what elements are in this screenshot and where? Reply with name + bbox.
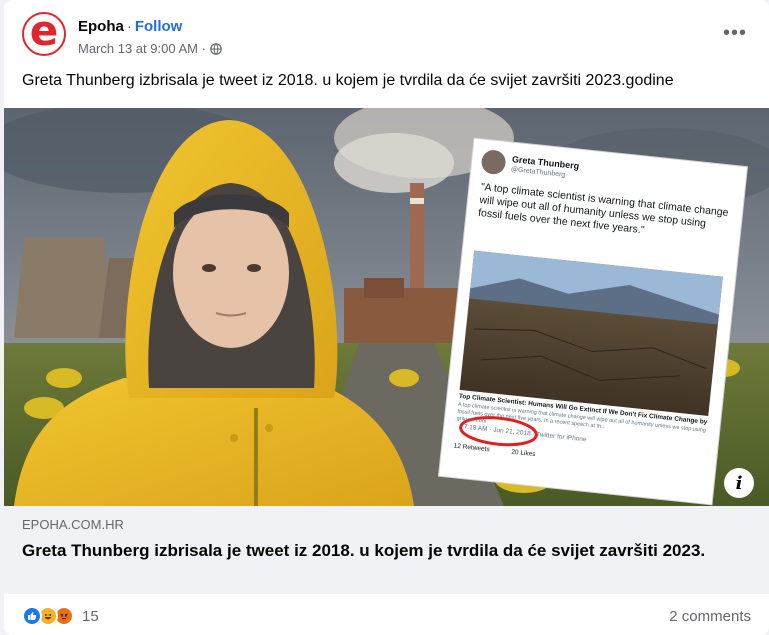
- link-preview[interactable]: EPOHA.COM.HR Greta Thunberg izbrisala je…: [4, 506, 769, 594]
- tweet-text: "A top climate scientist is warning that…: [477, 181, 730, 237]
- post-text: Greta Thunberg izbrisala je tweet iz 201…: [22, 72, 674, 89]
- tweet-retweets: 12 Retweets: [453, 442, 490, 454]
- post-meta: March 13 at 9:00 AM ·: [78, 41, 222, 56]
- post-author-line: Epoha · Follow: [78, 18, 182, 35]
- info-icon[interactable]: i: [724, 468, 754, 498]
- more-options-icon[interactable]: •••: [723, 23, 747, 43]
- separator: ·: [126, 18, 132, 35]
- page-name[interactable]: Epoha: [78, 18, 124, 35]
- link-title[interactable]: Greta Thunberg izbrisala je tweet iz 201…: [22, 540, 742, 562]
- link-domain: EPOHA.COM.HR: [22, 517, 124, 532]
- comments-count[interactable]: 2 comments: [669, 608, 751, 625]
- post-footer: 15 2 comments: [4, 594, 769, 635]
- reactions-summary[interactable]: 15: [22, 606, 99, 626]
- avatar-logo: e: [29, 12, 59, 55]
- tweet-screenshot: Greta Thunberg @GretaThunberg "A top cli…: [438, 138, 747, 505]
- post-timestamp[interactable]: March 13 at 9:00 AM ·: [78, 41, 206, 56]
- post-image[interactable]: Greta Thunberg @GretaThunberg "A top cli…: [4, 108, 769, 506]
- follow-button[interactable]: Follow: [135, 18, 183, 35]
- reaction-count[interactable]: 15: [82, 608, 99, 625]
- tweet-likes: 20 Likes: [511, 448, 536, 459]
- facebook-post: e Epoha · Follow March 13 at 9:00 AM · •••…: [4, 0, 769, 635]
- avatar[interactable]: e: [22, 12, 66, 56]
- post-header: e Epoha · Follow March 13 at 9:00 AM · •••: [4, 0, 769, 62]
- globe-icon: [210, 42, 222, 55]
- like-reaction-icon: [22, 606, 42, 626]
